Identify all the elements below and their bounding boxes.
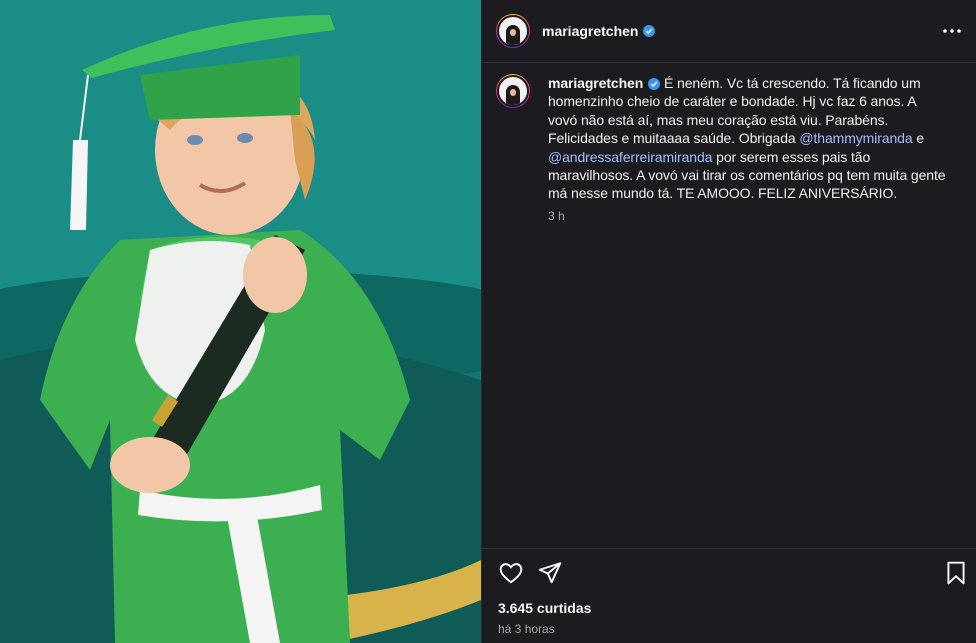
verified-badge-icon [643, 25, 656, 37]
save-button[interactable] [943, 560, 969, 586]
more-horizontal-icon [943, 29, 961, 33]
verified-badge-icon [648, 78, 661, 91]
post-details-panel: mariagretchen mariagretchen É neném. Vc … [481, 0, 976, 643]
caption-author-avatar[interactable] [496, 74, 530, 108]
more-options-button[interactable] [941, 20, 963, 42]
caption-text: mariagretchen É neném. Vc tá crescendo. … [548, 74, 948, 203]
caption-body: mariagretchen É neném. Vc tá crescendo. … [548, 74, 948, 223]
post-caption: mariagretchen É neném. Vc tá crescendo. … [496, 74, 966, 223]
author-username[interactable]: mariagretchen [542, 23, 638, 39]
post-date[interactable]: há 3 horas [498, 622, 555, 636]
avatar-image [497, 15, 529, 47]
caption-username[interactable]: mariagretchen [548, 75, 643, 91]
caption-part-2: e [912, 130, 925, 147]
post-image-illustration [0, 0, 481, 643]
author-avatar[interactable] [496, 14, 530, 48]
mention-andressaferreiramiranda[interactable]: @andressaferreiramiranda [548, 149, 712, 165]
like-button[interactable] [498, 560, 524, 586]
post-image[interactable] [0, 0, 481, 643]
send-icon [538, 562, 562, 584]
share-button[interactable] [537, 560, 563, 586]
bookmark-icon [947, 561, 965, 585]
action-bar [482, 548, 976, 597]
heart-icon [499, 563, 523, 584]
mention-thammymiranda[interactable]: @thammymiranda [799, 130, 912, 146]
post-header: mariagretchen [482, 0, 976, 63]
like-count[interactable]: 3.645 curtidas [498, 600, 591, 616]
caption-timestamp[interactable]: 3 h [548, 209, 948, 223]
avatar-image [497, 75, 529, 107]
